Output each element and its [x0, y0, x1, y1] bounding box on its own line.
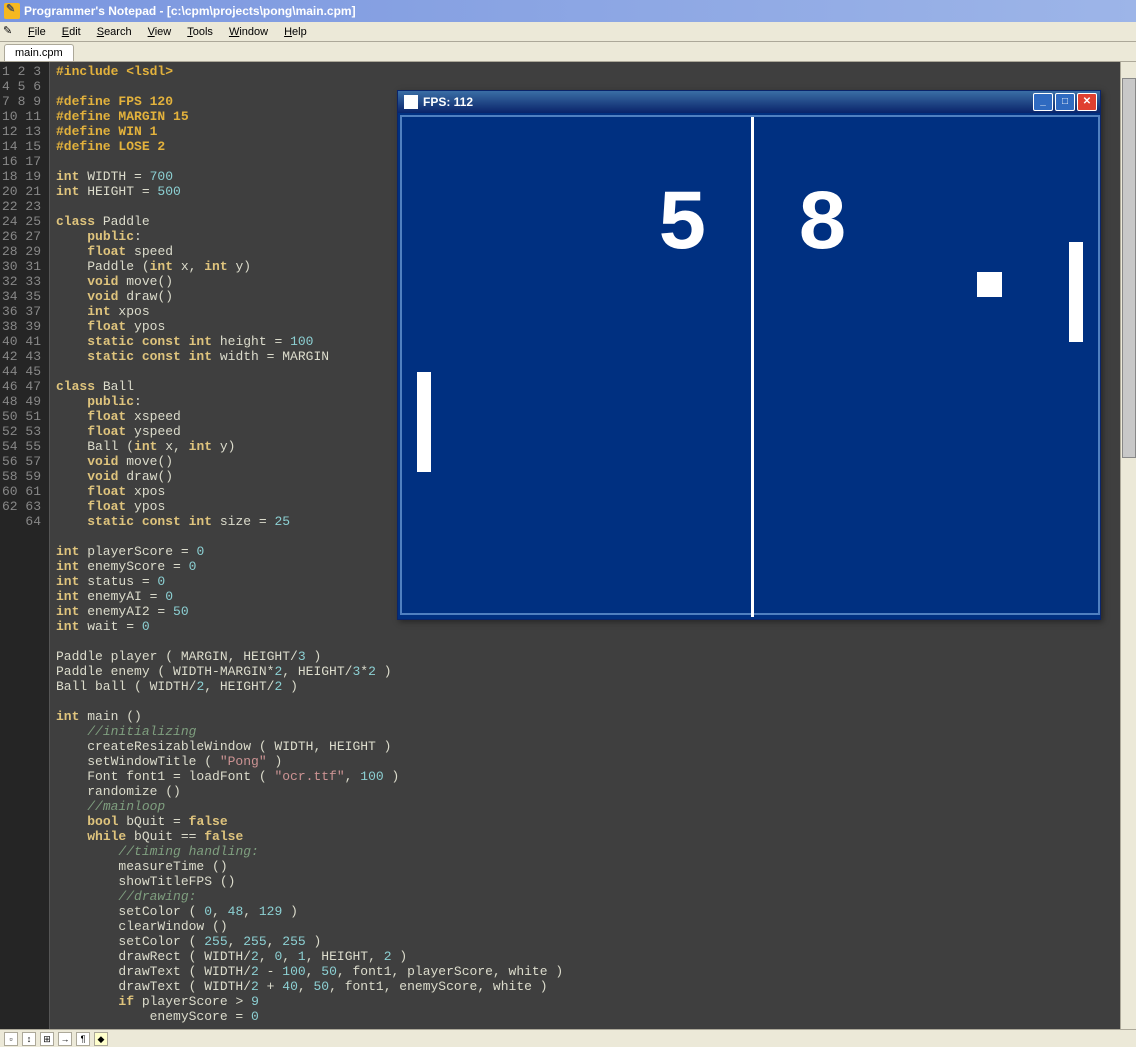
statusbar: ▫ ↕ ⊞ → ¶ ◆	[0, 1029, 1136, 1047]
game-title: FPS: 112	[423, 95, 1033, 109]
game-app-icon	[404, 95, 418, 109]
statusbar-btn-4[interactable]: →	[58, 1032, 72, 1046]
enemy-score: 8	[797, 177, 848, 274]
statusbar-btn-2[interactable]: ↕	[22, 1032, 36, 1046]
minimize-button[interactable]: _	[1033, 93, 1053, 111]
menu-file[interactable]: File	[20, 24, 54, 40]
game-titlebar[interactable]: FPS: 112 _ □ ✕	[398, 91, 1100, 113]
statusbar-btn-3[interactable]: ⊞	[40, 1032, 54, 1046]
new-file-icon[interactable]: ✎	[3, 24, 17, 38]
menu-window[interactable]: Window	[221, 24, 276, 40]
statusbar-btn-5[interactable]: ¶	[76, 1032, 90, 1046]
enemy-paddle	[1069, 242, 1083, 342]
ball	[977, 272, 1002, 297]
menu-search[interactable]: Search	[89, 24, 140, 40]
tabbar: main.cpm	[0, 42, 1136, 62]
statusbar-btn-1[interactable]: ▫	[4, 1032, 18, 1046]
tab-main[interactable]: main.cpm	[4, 44, 74, 61]
menu-edit[interactable]: Edit	[54, 24, 89, 40]
menu-help[interactable]: Help	[276, 24, 315, 40]
player-paddle	[417, 372, 431, 472]
line-number-gutter: 1 2 3 4 5 6 7 8 9 10 11 12 13 14 15 16 1…	[0, 62, 50, 1029]
menubar: ✎ File Edit Search View Tools Window Hel…	[0, 22, 1136, 42]
vertical-scrollbar[interactable]	[1120, 62, 1136, 1029]
menu-view[interactable]: View	[140, 24, 180, 40]
maximize-button[interactable]: □	[1055, 93, 1075, 111]
app-icon	[4, 3, 20, 19]
game-canvas[interactable]: 5 8	[400, 115, 1100, 615]
scroll-thumb[interactable]	[1122, 78, 1136, 458]
player-score: 5	[657, 177, 708, 274]
menu-tools[interactable]: Tools	[179, 24, 221, 40]
statusbar-btn-6[interactable]: ◆	[94, 1032, 108, 1046]
game-window[interactable]: FPS: 112 _ □ ✕ 5 8	[397, 90, 1101, 620]
center-line	[751, 117, 754, 617]
window-titlebar: Programmer's Notepad - [c:\cpm\projects\…	[0, 0, 1136, 22]
window-title: Programmer's Notepad - [c:\cpm\projects\…	[24, 4, 356, 18]
close-button[interactable]: ✕	[1077, 93, 1097, 111]
